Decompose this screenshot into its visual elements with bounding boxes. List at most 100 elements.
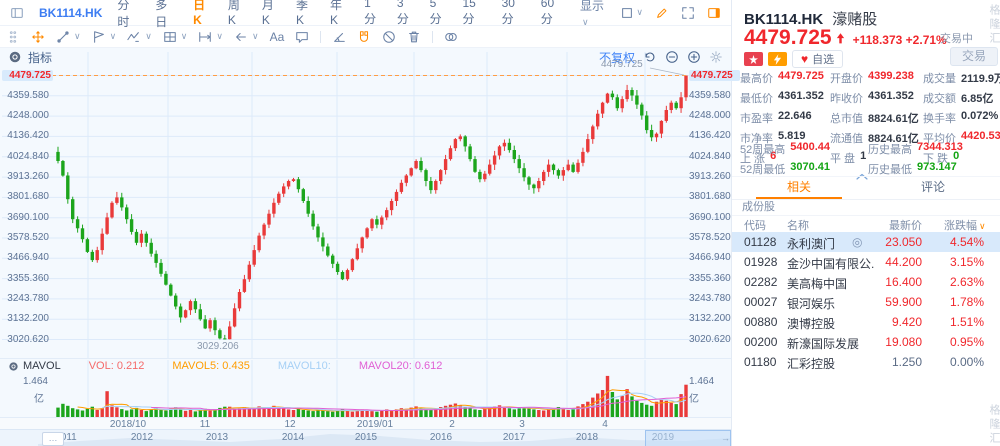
col-name[interactable]: 名称	[787, 217, 809, 233]
table-row-00200[interactable]: 00200新濠国际发展19.0800.95%	[732, 332, 1000, 352]
y-axis-label: 3020.620	[689, 334, 736, 345]
y-axis-label: 4248.000	[2, 110, 49, 121]
angle-tool[interactable]	[332, 29, 346, 44]
stat-item: 开盘价4399.238	[830, 70, 923, 86]
y-axis-label: 4359.580	[689, 90, 736, 101]
navigator-year-2015[interactable]: 2015	[355, 432, 377, 443]
trendline-tool[interactable]: ∨	[56, 30, 81, 44]
quote-price: 4479.725 +118.373 +2.71%	[744, 26, 947, 50]
candlestick-series[interactable]	[56, 76, 687, 340]
candle-style-dropdown[interactable]: ∨	[620, 6, 643, 20]
navigator-year-2017[interactable]: 2017	[503, 432, 525, 443]
table-row-02282[interactable]: 02282美高梅中国16.4002.63%	[732, 272, 1000, 292]
y-axis-label: 3243.780	[689, 293, 736, 304]
mavol10-value: MAVOL10:	[278, 360, 331, 372]
y-axis-label: 3913.260	[689, 171, 736, 182]
navigator-year-2018[interactable]: 2018	[576, 432, 598, 443]
col-pct[interactable]: 涨跌幅∨	[944, 217, 986, 233]
layout-icon[interactable]	[10, 5, 24, 20]
y-axis-label: 3801.680	[689, 191, 736, 202]
crosshair-move-icon[interactable]	[31, 29, 45, 44]
y-axis-label: 3913.260	[2, 171, 49, 182]
vol-value: VOL: 0.212	[89, 360, 145, 372]
y-axis-label: 4024.840	[689, 151, 736, 162]
y-axis-label: 3020.620	[2, 334, 49, 345]
range-navigator[interactable]: 201120122013201420152016201720182019 … ←…	[0, 429, 731, 446]
quote-ranges: 52周最高5400.44历史最高7344.31352周最低3070.41历史最低…	[740, 141, 996, 177]
callout-tool[interactable]	[295, 29, 309, 44]
level2-lightning-icon	[768, 52, 787, 66]
low-annotation: 3029.206	[197, 341, 239, 352]
stat-item: 最高价4479.725	[740, 70, 830, 86]
pitchfork-tool[interactable]: ∨	[92, 30, 117, 44]
hide-drawings-icon[interactable]	[382, 29, 396, 44]
table-row-00027[interactable]: 00027银河娱乐59.9001.78%	[732, 292, 1000, 312]
y-axis-label: 4479.725	[2, 70, 53, 81]
y-axis-label: 3355.360	[2, 273, 49, 284]
text-tool[interactable]: Aa	[270, 30, 285, 44]
tab-评论[interactable]: 评论	[866, 177, 1000, 199]
mavol-label[interactable]: MAVOL	[23, 360, 61, 372]
table-row-01928[interactable]: 01928金沙中国有限公...44.2003.15%	[732, 252, 1000, 272]
stat-item: 换手率0.072%	[923, 110, 1000, 126]
watermark-top: 格隆汇	[986, 4, 1000, 46]
table-row-01128[interactable]: 01128永利澳门◎23.0504.54%	[732, 232, 1000, 252]
annotation-connector	[650, 68, 684, 75]
hk-market-icon	[744, 52, 763, 66]
stat-item: 总市值8824.61亿	[830, 110, 923, 126]
table-row-01180[interactable]: 01180汇彩控股1.2500.00%	[732, 352, 1000, 372]
navigator-right-arrow[interactable]: →	[721, 433, 730, 443]
panel-tabs: 相关评论	[732, 176, 1000, 200]
navigator-year-2013[interactable]: 2013	[206, 432, 228, 443]
col-price[interactable]: 最新价	[880, 217, 922, 233]
y-axis-label: 4024.840	[2, 151, 49, 162]
y-axis-label: 4359.580	[2, 90, 49, 101]
stat-item: 最低价4361.352	[740, 90, 830, 106]
market-status: 交易中	[940, 30, 973, 46]
arrow-tool[interactable]: ∨	[234, 30, 259, 44]
candlestick-chart[interactable]	[0, 48, 731, 358]
delete-drawings-icon[interactable]	[407, 29, 421, 44]
vol-axis-value-right: 1.464	[689, 376, 714, 387]
tab-相关[interactable]: 相关	[732, 177, 866, 199]
fullscreen-icon[interactable]	[681, 5, 695, 20]
symbol-label[interactable]: BK1114.HK	[39, 6, 102, 20]
y-axis-label: 4136.420	[689, 130, 736, 141]
magnet-icon[interactable]	[357, 29, 371, 44]
trade-button[interactable]: 交易	[950, 47, 998, 66]
y-axis-label: 3578.520	[689, 232, 736, 243]
compare-rings-icon[interactable]	[444, 29, 458, 44]
period-toolbar: BK1114.HK 分时多日日K周K月K季K年K1分3分5分15分30分60分 …	[0, 0, 731, 26]
side-panel-toggle-icon[interactable]	[707, 5, 721, 20]
navigator-left-arrow[interactable]: ←	[650, 433, 659, 443]
y-axis-label: 4479.725	[689, 70, 740, 81]
y-axis-label: 3466.940	[2, 252, 49, 263]
pencil-icon[interactable]	[655, 5, 669, 20]
wave-tool[interactable]: ∨	[127, 30, 152, 44]
navigator-year-2014[interactable]: 2014	[282, 432, 304, 443]
y-axis-label: 3355.360	[689, 273, 736, 284]
add-favorite-button[interactable]: ♥ 自选	[792, 50, 843, 68]
stat-item: 成交额6.85亿	[923, 90, 1000, 106]
heart-icon: ♥	[801, 52, 808, 66]
navigator-year-2012[interactable]: 2012	[131, 432, 153, 443]
y-axis-label: 3466.940	[689, 252, 736, 263]
y-axis-label: 3690.100	[2, 212, 49, 223]
measure-tool[interactable]: ∨	[198, 30, 223, 44]
display-dropdown[interactable]: 显示∨	[580, 0, 608, 28]
mavol-settings-icon[interactable]	[8, 360, 19, 372]
y-axis-label: 3801.680	[2, 191, 49, 202]
watermark-bottom: 格隆汇	[986, 404, 1000, 446]
navigator-year-2016[interactable]: 2016	[430, 432, 452, 443]
stat-item: 市盈率22.646	[740, 110, 830, 126]
y-axis-label: 3243.780	[2, 293, 49, 304]
range-item: 52周最低3070.41	[740, 161, 868, 177]
drag-handle-icon[interactable]	[6, 29, 20, 44]
col-code[interactable]: 代码	[744, 217, 766, 233]
gann-box-tool[interactable]: ∨	[163, 30, 188, 44]
navigator-more-button[interactable]: …	[42, 432, 64, 446]
quote-change: +118.373	[853, 33, 903, 47]
table-row-00880[interactable]: 00880澳博控股9.4201.51%	[732, 312, 1000, 332]
range-item: 52周最高5400.44	[740, 141, 868, 157]
y-axis-label: 3132.200	[2, 313, 49, 324]
